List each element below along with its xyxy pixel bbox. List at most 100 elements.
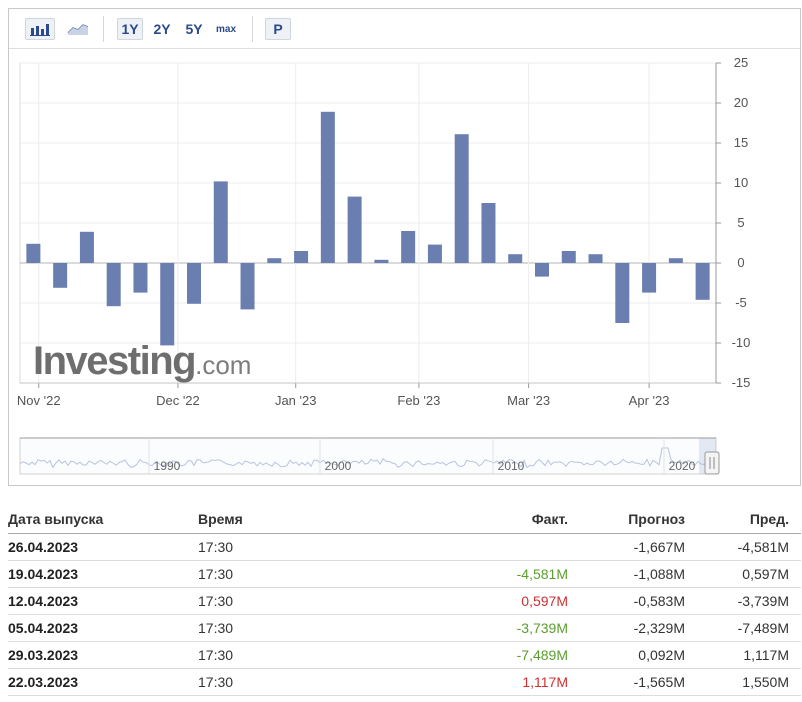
- cell-previous: -3,739M: [685, 587, 801, 615]
- table-row: 05.04.2023 17:30 -3,739M -2,329M -7,489M: [8, 614, 801, 642]
- cell-actual: 1,117M: [378, 668, 568, 696]
- table-row: 12.04.2023 17:30 0,597M -0,583M -3,739M: [8, 587, 801, 615]
- col-forecast-header[interactable]: Прогноз: [568, 505, 685, 534]
- bar: [427, 244, 442, 263]
- y-tick-label: 15: [734, 135, 748, 150]
- navigator-track: [19, 437, 717, 475]
- chart-panel: 1Y 2Y 5Y max P 25 20 15 10 5 0 -5 -10 -15 Nov '22…: [8, 8, 801, 486]
- col-actual-header[interactable]: Факт.: [378, 505, 568, 534]
- cell-actual: -3,739M: [378, 614, 568, 642]
- cell-time: 17:30: [198, 614, 378, 642]
- line-chart-icon: [67, 24, 89, 35]
- cell-time: 17:30: [198, 641, 378, 669]
- bar: [454, 134, 469, 263]
- cell-forecast: -0,583M: [568, 587, 685, 615]
- toolbar-separator: [252, 16, 253, 42]
- y-tick-label: -10: [732, 335, 751, 350]
- bar: [133, 263, 148, 293]
- cell-actual: 0,597M: [378, 587, 568, 615]
- cell-date: 29.03.2023: [8, 641, 198, 669]
- x-tick-label: Nov '22: [17, 393, 61, 408]
- x-tick-label: Dec '22: [156, 393, 200, 408]
- table-row: 22.03.2023 17:30 1,117M -1,565M 1,550M: [8, 668, 801, 696]
- p-button[interactable]: P: [265, 18, 291, 40]
- navigator-year-label: 2020: [669, 459, 696, 473]
- y-tick-label: 20: [734, 95, 748, 110]
- y-tick-label: 0: [737, 255, 744, 270]
- navigator-year-label: 2000: [325, 459, 352, 473]
- x-tick-label: Feb '23: [397, 393, 440, 408]
- y-tick-label: -5: [735, 295, 747, 310]
- bar: [213, 181, 228, 263]
- cell-forecast: -2,329M: [568, 614, 685, 642]
- investing-watermark: Investing.com: [33, 339, 251, 384]
- cell-previous: -4,581M: [685, 533, 801, 561]
- bar: [508, 254, 523, 263]
- cell-date: 19.04.2023: [8, 560, 198, 588]
- cell-time: 17:30: [198, 533, 378, 561]
- cell-time: 17:30: [198, 560, 378, 588]
- bar: [401, 231, 416, 263]
- col-time-header[interactable]: Время: [198, 505, 378, 534]
- chart-toolbar: 1Y 2Y 5Y max P: [9, 9, 800, 49]
- navigator-year-label: 2010: [498, 459, 525, 473]
- time-navigator[interactable]: 1990 2000 2010 2020: [9, 434, 800, 479]
- y-tick-label: 25: [734, 55, 748, 70]
- bar-chart-icon: [30, 24, 50, 36]
- bar-chart-button[interactable]: [25, 18, 55, 40]
- watermark-suffix: .com: [195, 350, 252, 380]
- cell-previous: 0,597M: [685, 560, 801, 588]
- x-tick-label: Jan '23: [275, 393, 317, 408]
- cell-forecast: -1,088M: [568, 560, 685, 588]
- cell-date: 05.04.2023: [8, 614, 198, 642]
- bar: [106, 263, 121, 307]
- range-1y-button[interactable]: 1Y: [117, 18, 143, 40]
- range-max-button[interactable]: max: [211, 18, 241, 40]
- cell-date: 26.04.2023: [8, 533, 198, 561]
- bar: [535, 263, 549, 277]
- cell-actual: [378, 533, 568, 561]
- cell-forecast: -1,667M: [568, 533, 685, 561]
- range-5y-button[interactable]: 5Y: [181, 18, 207, 40]
- col-date-header[interactable]: Дата выпуска: [8, 505, 198, 534]
- table-row: 26.04.2023 17:30 -1,667M -4,581M: [8, 533, 801, 561]
- x-tick-label: Apr '23: [629, 393, 670, 408]
- toolbar-separator: [103, 16, 104, 42]
- bar: [347, 196, 362, 263]
- line-chart-button[interactable]: [63, 18, 93, 40]
- y-tick-label: -15: [732, 375, 751, 390]
- cell-actual: -4,581M: [378, 560, 568, 588]
- bar: [615, 263, 630, 323]
- bar: [642, 263, 657, 293]
- bar: [53, 263, 68, 288]
- cell-time: 17:30: [198, 587, 378, 615]
- table-header-row: Дата выпуска Время Факт. Прогноз Пред.: [8, 505, 801, 534]
- bar: [294, 251, 309, 263]
- bar: [79, 231, 94, 263]
- bar: [588, 254, 603, 263]
- bar: [240, 263, 255, 310]
- bar: [668, 258, 683, 263]
- bar: [26, 243, 41, 263]
- table-row: 29.03.2023 17:30 -7,489M 0,092M 1,117M: [8, 641, 801, 669]
- y-tick-label: 10: [734, 175, 748, 190]
- cell-actual: -7,489M: [378, 641, 568, 669]
- col-previous-header[interactable]: Пред.: [685, 505, 801, 534]
- bar: [160, 263, 175, 346]
- bar: [267, 258, 282, 263]
- bar: [561, 251, 576, 263]
- bar: [187, 263, 201, 304]
- cell-date: 12.04.2023: [8, 587, 198, 615]
- range-2y-button[interactable]: 2Y: [149, 18, 175, 40]
- cell-previous: 1,550M: [685, 668, 801, 696]
- bar: [481, 203, 496, 263]
- y-tick-label: 5: [737, 215, 744, 230]
- cell-date: 22.03.2023: [8, 668, 198, 696]
- history-table: Дата выпуска Время Факт. Прогноз Пред. 2…: [8, 505, 801, 696]
- navigator-year-label: 1990: [154, 459, 181, 473]
- x-tick-label: Mar '23: [507, 393, 550, 408]
- bar: [320, 111, 335, 263]
- cell-previous: -7,489M: [685, 614, 801, 642]
- table-row: 19.04.2023 17:30 -4,581M -1,088M 0,597M: [8, 560, 801, 588]
- navigator-handle: [704, 451, 720, 475]
